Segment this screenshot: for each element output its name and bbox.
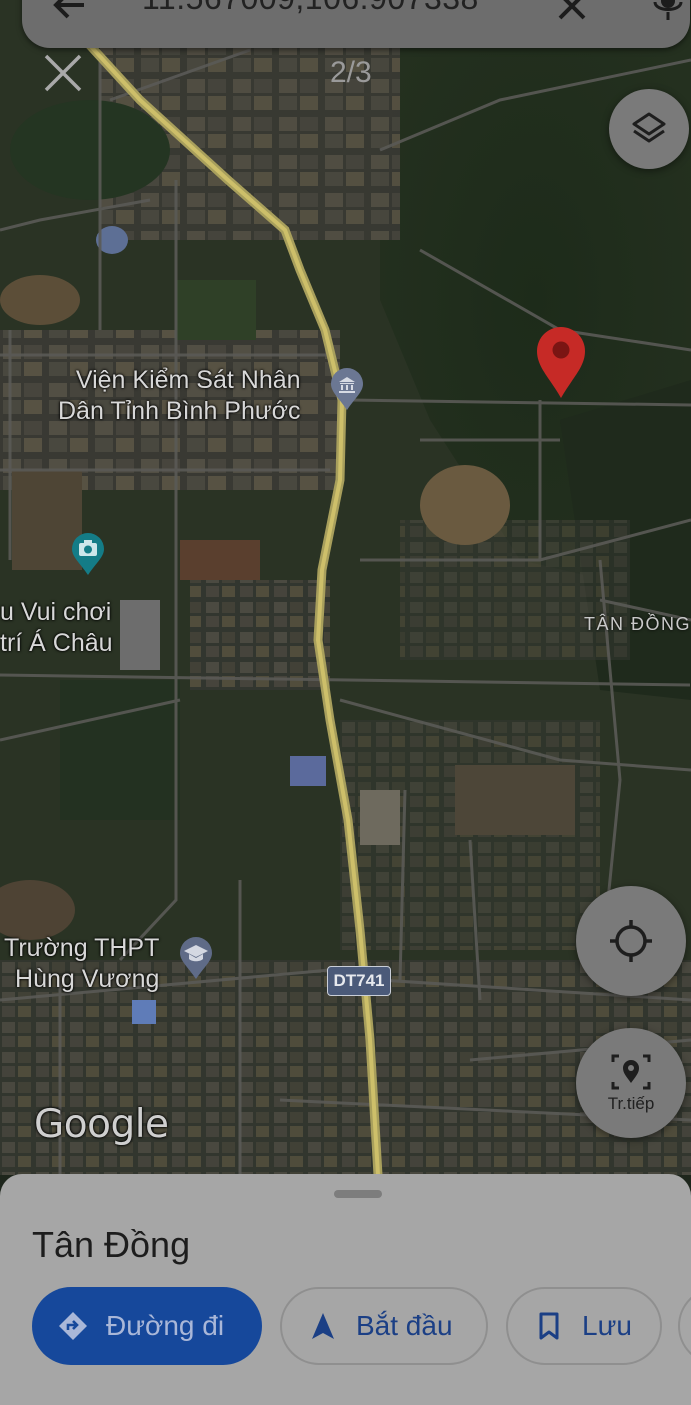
clear-search-icon[interactable] (552, 0, 592, 26)
procuracy-label-line2: Dân Tỉnh Bình Phước (58, 397, 301, 425)
directions-button[interactable]: Đường đi (32, 1287, 262, 1365)
amusement-park-label[interactable]: u Vui chơi trí Á Châu (0, 597, 113, 659)
area-label-tan-dong[interactable]: TÂN ĐỒNG (584, 614, 691, 635)
bookmark-icon (539, 1312, 559, 1340)
close-photos-icon[interactable] (42, 52, 84, 94)
place-name: Tân Đồng (32, 1224, 191, 1265)
school-label-line1: Trường THPT (4, 934, 160, 962)
google-attribution: Google (34, 1102, 169, 1147)
amusement-park-label-line1: u Vui chơi (0, 598, 112, 626)
save-button[interactable]: Lưu (506, 1287, 662, 1365)
maps-screen: Viện Kiểm Sát Nhân Dân Tỉnh Bình Phước u… (0, 0, 691, 1405)
back-arrow-icon[interactable] (52, 0, 86, 20)
crosshair-location-icon (610, 920, 652, 962)
navigation-arrow-icon (312, 1313, 334, 1339)
layers-icon (632, 112, 666, 143)
map-canvas (0, 0, 691, 1175)
school-label-line2: Hùng Vương (15, 965, 160, 993)
my-location-button[interactable] (576, 886, 686, 996)
save-label: Lưu (582, 1310, 632, 1341)
map-layers-button[interactable] (609, 89, 689, 169)
place-bottom-sheet[interactable]: Tân Đồng Đường đi Bắt đầu Lưu (0, 1174, 691, 1405)
directions-label: Đường đi (106, 1310, 225, 1341)
live-view-label: Tr.tiếp (607, 1094, 655, 1113)
start-label: Bắt đầu (356, 1310, 453, 1341)
road-shield-dt741: DT741 (327, 966, 391, 996)
sheet-drag-handle[interactable] (334, 1190, 382, 1198)
live-view-icon (611, 1054, 651, 1090)
procuracy-label-line1: Viện Kiểm Sát Nhân (75, 366, 301, 394)
microphone-icon[interactable] (650, 0, 686, 22)
location-pin-icon[interactable] (535, 325, 587, 399)
search-bar[interactable]: 11.567009,106.907338 (22, 0, 690, 48)
amusement-park-label-line2: trí Á Châu (0, 629, 113, 657)
school-poi-icon[interactable] (178, 936, 214, 980)
photo-counter: 2/3 (330, 56, 372, 89)
start-navigation-button[interactable]: Bắt đầu (280, 1287, 488, 1365)
live-view-button[interactable]: Tr.tiếp (576, 1028, 686, 1138)
government-poi-icon[interactable] (329, 368, 365, 412)
search-query-text[interactable]: 11.567009,106.907338 (142, 0, 479, 17)
more-actions-chip[interactable] (678, 1287, 691, 1365)
camera-poi-icon[interactable] (70, 532, 106, 576)
directions-icon (59, 1312, 87, 1340)
school-label[interactable]: Trường THPT Hùng Vương (4, 933, 159, 995)
procuracy-label[interactable]: Viện Kiểm Sát Nhân Dân Tỉnh Bình Phước (58, 365, 301, 427)
